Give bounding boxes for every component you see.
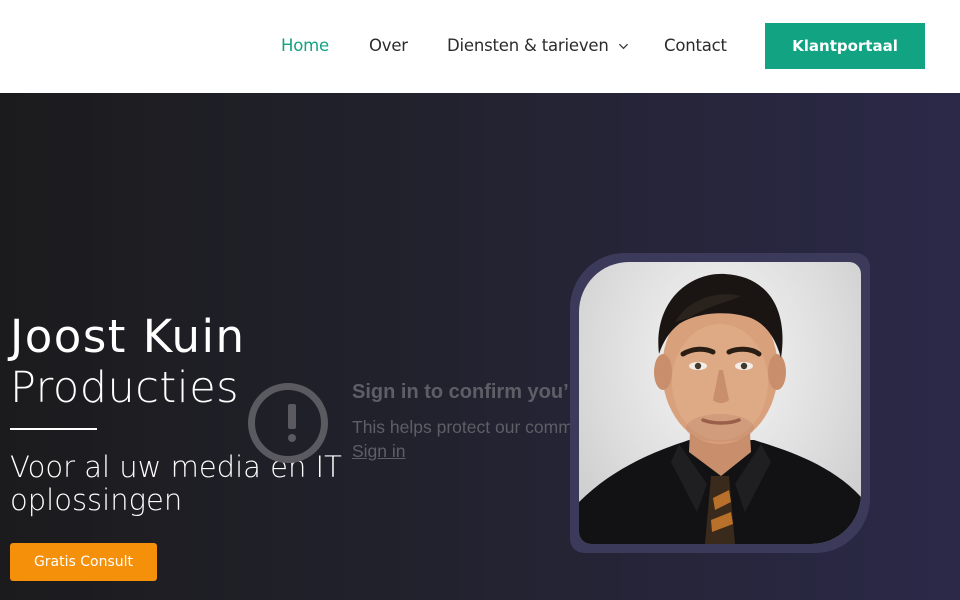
klantportaal-button[interactable]: Klantportaal [765, 23, 925, 69]
nav-home[interactable]: Home [281, 36, 329, 55]
nav-over[interactable]: Over [369, 36, 408, 55]
nav-diensten-tarieven[interactable]: Diensten & tarieven [447, 36, 629, 55]
portrait-photo [579, 262, 861, 544]
portrait-illustration [579, 273, 861, 544]
nav-diensten-label: Diensten & tarieven [447, 36, 609, 55]
alert-dot [288, 434, 296, 442]
video-notice-description: This helps protect our comm [352, 417, 573, 437]
video-signin-notice: Sign in to confirm you’r This helps prot… [352, 373, 578, 473]
chevron-down-icon [618, 43, 628, 50]
hero-section: Joost Kuin Producties Voor al uw media e… [0, 93, 960, 600]
gratis-consult-button[interactable]: Gratis Consult [10, 543, 157, 581]
hero-divider [10, 428, 97, 430]
nav-contact[interactable]: Contact [664, 36, 727, 55]
hero-subtitle: Producties [10, 363, 240, 413]
site-header: Home Over Diensten & tarieven Contact Kl… [0, 0, 960, 93]
hero-title: Joost Kuin [10, 310, 246, 363]
alert-circle-icon [248, 383, 328, 463]
video-signin-link[interactable]: Sign in [352, 441, 406, 462]
video-notice-title: Sign in to confirm you’r [352, 381, 577, 403]
portrait-frame [570, 253, 870, 553]
main-nav: Home Over Diensten & tarieven Contact Kl… [0, 0, 960, 93]
alert-bar [288, 404, 296, 429]
